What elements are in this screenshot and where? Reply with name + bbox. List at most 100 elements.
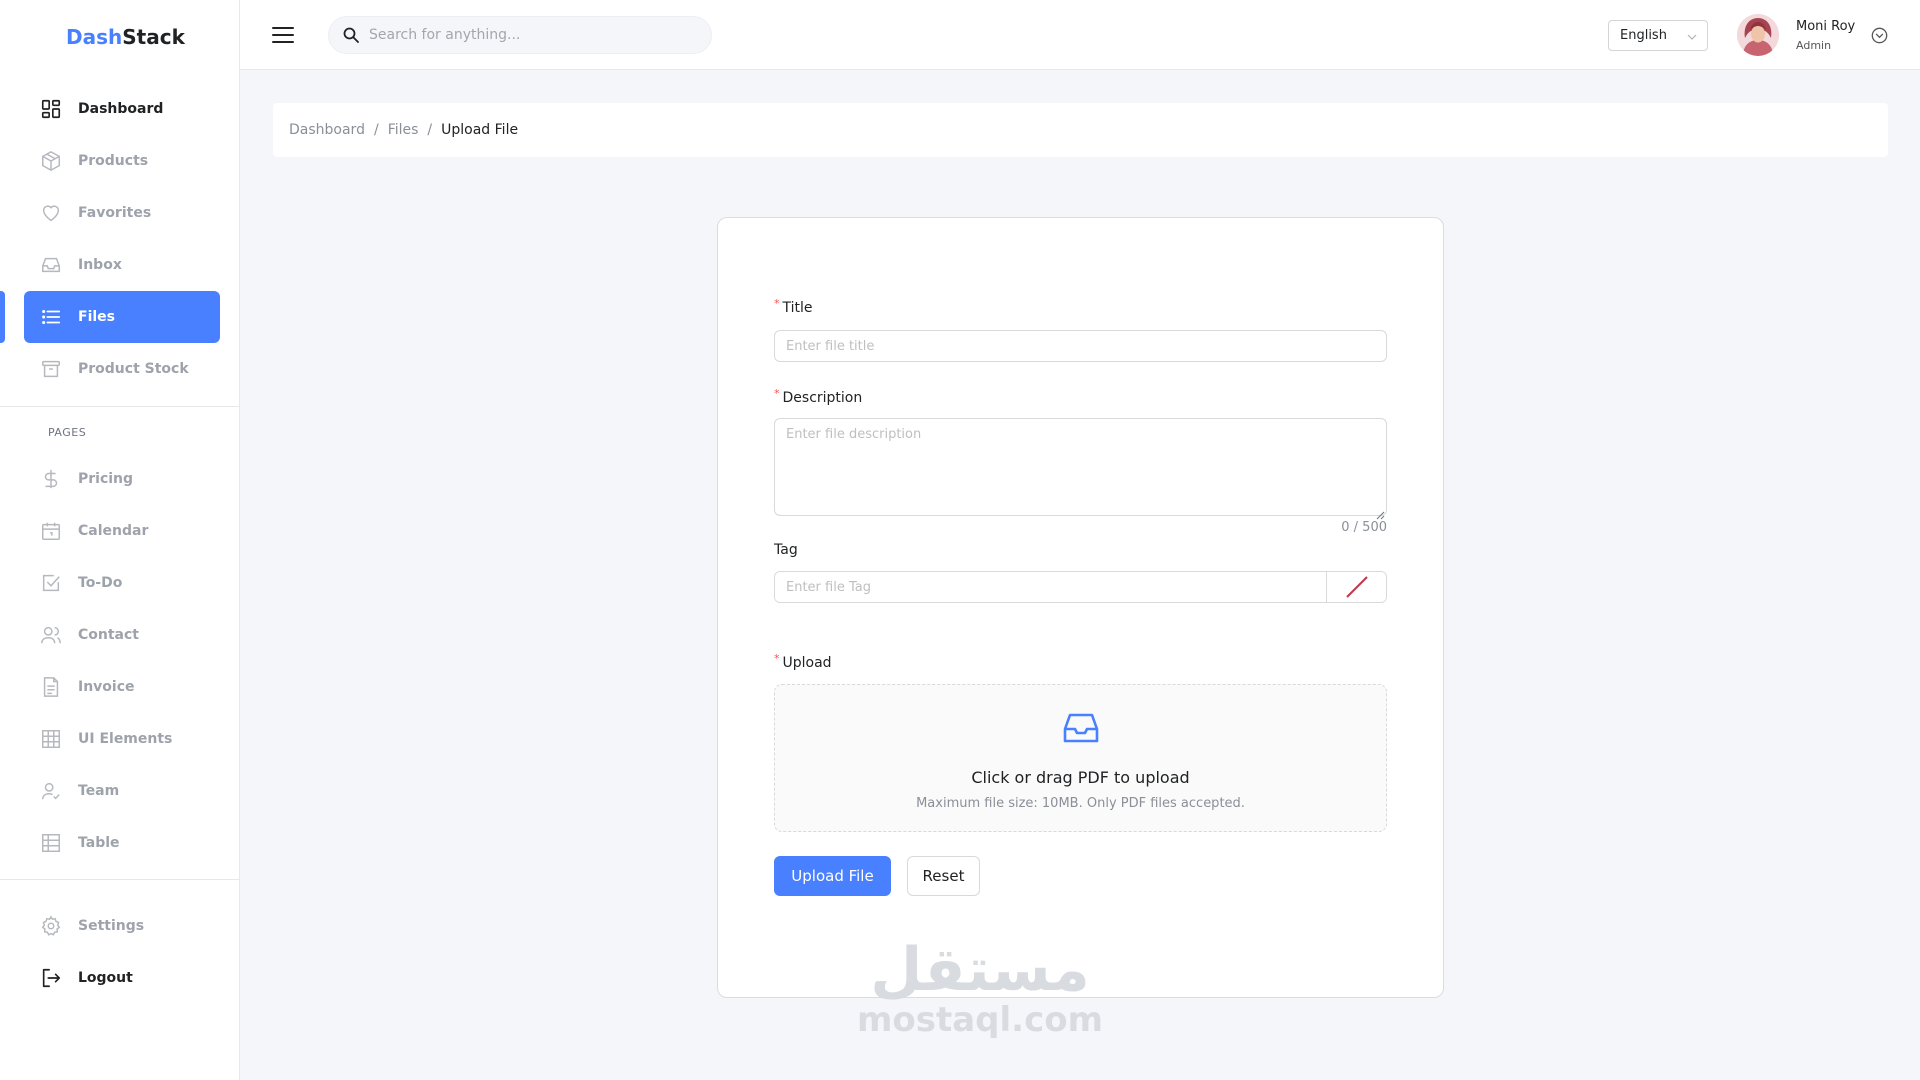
sidebar-item-label: Invoice — [78, 679, 135, 695]
sidebar: Dash Stack Dashboard Products Favorites I… — [0, 0, 240, 1080]
breadcrumb-separator: / — [373, 122, 379, 138]
sidebar-item-label: Contact — [78, 627, 139, 643]
brand-logo-part2: Stack — [122, 25, 185, 49]
sidebar-item-label: Logout — [78, 970, 133, 986]
description-char-counter: 0 / 500 — [1341, 520, 1387, 535]
language-selected-value: English — [1620, 28, 1667, 43]
cube-icon — [40, 150, 62, 172]
sidebar-item-label: Products — [78, 153, 149, 169]
brand-logo-part1: Dash — [66, 25, 123, 49]
sidebar-item-table[interactable]: Table — [0, 817, 239, 869]
sidebar-item-product-stock[interactable]: Product Stock — [0, 343, 239, 395]
sidebar-item-pricing[interactable]: Pricing — [0, 453, 239, 505]
user-name: Moni Roy — [1796, 19, 1856, 34]
tag-field — [774, 571, 1387, 603]
sidebar-item-inbox[interactable]: Inbox — [0, 239, 239, 291]
users-icon — [40, 624, 62, 646]
sidebar-item-products[interactable]: Products — [0, 135, 239, 187]
sidebar-item-logout[interactable]: Logout — [0, 952, 239, 1004]
file-dropzone[interactable]: Click or drag PDF to upload Maximum file… — [774, 684, 1387, 832]
user-menu-button[interactable] — [1871, 27, 1888, 44]
sidebar-item-files[interactable]: Files — [0, 291, 239, 343]
chevron-down-icon — [1687, 31, 1697, 41]
top-header: English Moni Roy Admin — [240, 0, 1920, 70]
archive-icon — [40, 358, 62, 380]
upload-label-text: Upload — [782, 655, 832, 671]
sidebar-item-label: To-Do — [78, 575, 123, 591]
dashboard-icon — [40, 98, 62, 120]
search-icon — [343, 27, 359, 43]
sidebar-bottom-nav: Settings Logout — [0, 900, 239, 1004]
description-textarea[interactable] — [774, 418, 1387, 516]
tag-label: Tag — [774, 542, 798, 558]
sidebar-item-ui-elements[interactable]: UI Elements — [0, 713, 239, 765]
dropzone-hint: Maximum file size: 10MB. Only PDF files … — [916, 796, 1245, 811]
dropzone-title: Click or drag PDF to upload — [971, 768, 1190, 787]
sidebar-item-label: Dashboard — [78, 101, 164, 117]
sidebar-item-label: Inbox — [78, 257, 122, 273]
description-label-text: Description — [782, 390, 863, 406]
hamburger-icon — [272, 27, 294, 43]
sidebar-item-settings[interactable]: Settings — [0, 900, 239, 952]
menu-toggle-button[interactable] — [272, 24, 294, 46]
upload-label: * Upload — [774, 652, 832, 671]
search-input[interactable] — [369, 27, 689, 43]
table-icon — [40, 832, 62, 854]
breadcrumb-link-dashboard[interactable]: Dashboard — [289, 122, 365, 138]
sidebar-item-favorites[interactable]: Favorites — [0, 187, 239, 239]
sidebar-item-calendar[interactable]: Calendar — [0, 505, 239, 557]
search-bar[interactable] — [328, 16, 712, 54]
sidebar-item-invoice[interactable]: Invoice — [0, 661, 239, 713]
pages-section-label: PAGES — [48, 426, 87, 439]
sidebar-item-team[interactable]: Team — [0, 765, 239, 817]
user-avatar-image — [1737, 14, 1779, 56]
sidebar-item-label: Product Stock — [78, 361, 189, 377]
sidebar-item-todo[interactable]: To-Do — [0, 557, 239, 609]
sidebar-item-label: Table — [78, 835, 120, 851]
watermark-latin: mostaql.com — [856, 1000, 1104, 1040]
sidebar-item-dashboard[interactable]: Dashboard — [0, 83, 239, 135]
title-label-text: Title — [782, 300, 813, 316]
sidebar-item-label: Settings — [78, 918, 145, 934]
resize-grip-icon[interactable] — [1375, 505, 1385, 520]
avatar[interactable] — [1737, 14, 1779, 56]
required-marker: * — [774, 387, 780, 400]
title-label: * Title — [774, 297, 813, 316]
description-label: * Description — [774, 387, 863, 406]
no-color-icon — [1345, 576, 1368, 598]
logout-icon — [40, 967, 62, 989]
dollar-icon — [40, 468, 62, 490]
brand-logo[interactable]: Dash Stack — [0, 0, 239, 74]
sidebar-item-label: Team — [78, 783, 120, 799]
sidebar-divider — [0, 406, 239, 407]
tag-color-picker[interactable] — [1326, 572, 1386, 602]
user-role: Admin — [1796, 39, 1832, 52]
sidebar-main-nav: Dashboard Products Favorites Inbox Files… — [0, 83, 239, 395]
breadcrumb-link-files[interactable]: Files — [388, 122, 419, 138]
checkbox-icon — [40, 572, 62, 594]
language-select[interactable]: English — [1608, 20, 1708, 51]
gear-icon — [40, 915, 62, 937]
required-marker: * — [774, 297, 780, 310]
reset-button[interactable]: Reset — [907, 856, 980, 896]
document-icon — [40, 676, 62, 698]
chevron-circle-down-icon — [1871, 27, 1888, 44]
list-icon — [40, 306, 62, 328]
sidebar-item-label: UI Elements — [78, 731, 173, 747]
inbox-upload-icon — [1059, 705, 1103, 749]
calendar-icon — [40, 520, 62, 542]
upload-form-card: *Title *Description 0 / 500 Tag *Upload … — [717, 217, 1444, 998]
sidebar-divider — [0, 879, 239, 880]
sidebar-item-label: Calendar — [78, 523, 149, 539]
team-icon — [40, 780, 62, 802]
upload-file-button[interactable]: Upload File — [774, 856, 891, 896]
tag-input[interactable] — [775, 572, 1326, 602]
grid-icon — [40, 728, 62, 750]
sidebar-pages-nav: Pricing Calendar To-Do Contact Invoice U… — [0, 453, 239, 869]
sidebar-item-label: Files — [78, 309, 115, 325]
breadcrumb-separator: / — [427, 122, 433, 138]
breadcrumb: Dashboard / Files / Upload File — [273, 103, 1888, 157]
sidebar-item-contact[interactable]: Contact — [0, 609, 239, 661]
title-input[interactable] — [774, 330, 1387, 362]
sidebar-item-label: Favorites — [78, 205, 152, 221]
